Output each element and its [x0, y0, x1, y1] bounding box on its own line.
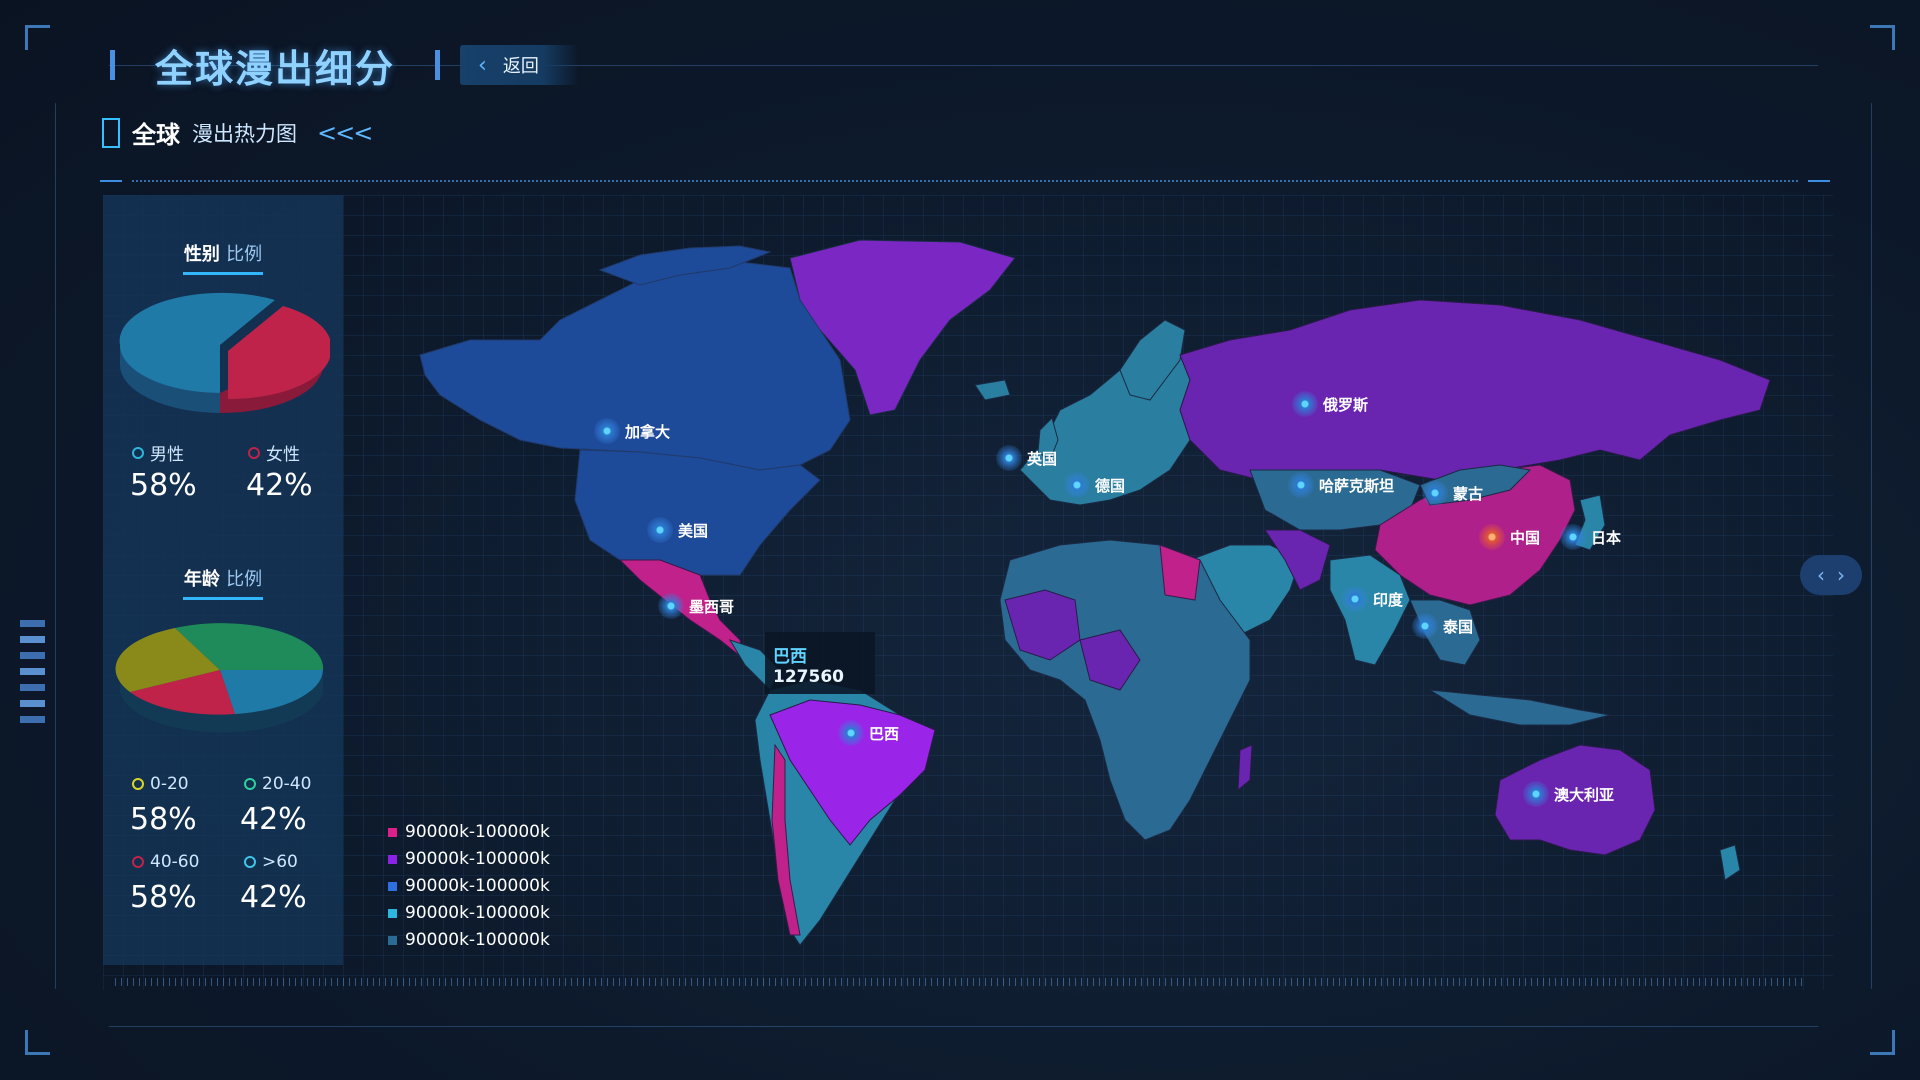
legend-age-20-40: 20-40 [244, 774, 311, 794]
location-pin-icon [594, 418, 620, 444]
map-legend-item: 90000k-100000k [388, 822, 550, 842]
map-legend: 90000k-100000k 90000k-100000k 90000k-100… [388, 822, 550, 950]
map-pin-india[interactable]: 印度 [1342, 586, 1403, 612]
location-pin-icon [658, 593, 684, 619]
tooltip-value: 127560 [773, 667, 844, 687]
map-pin-canada[interactable]: 加拿大 [594, 418, 670, 444]
female-percentage: 42% [246, 468, 313, 503]
map-pin-mexico[interactable]: 墨西哥 [658, 593, 734, 619]
map-tooltip: 巴西 127560 [765, 632, 875, 694]
gender-pie-chart [119, 292, 330, 414]
age-20-40-percentage: 42% [240, 802, 307, 837]
map-pin-japan[interactable]: 日本 [1560, 524, 1621, 550]
map-pin-russia[interactable]: 俄罗斯 [1292, 391, 1368, 417]
tooltip-country: 巴西 [773, 647, 807, 667]
age-pie-chart [115, 623, 324, 733]
location-pin-icon [1479, 524, 1505, 550]
map-pin-uk[interactable]: 英国 [996, 445, 1057, 471]
bottom-ruler [115, 978, 1805, 986]
region-indonesia [1429, 689, 1611, 726]
age-over-60-percentage: 42% [240, 880, 307, 915]
map-pin-china[interactable]: 中国 [1479, 524, 1540, 550]
map-pin-germany[interactable]: 德国 [1064, 472, 1125, 498]
legend-age-40-60: 40-60 [132, 852, 199, 872]
region-madagascar [1237, 744, 1253, 792]
region-new-zealand [1719, 844, 1741, 881]
legend-age-0-20: 0-20 [132, 774, 189, 794]
legend-female: 女性 [248, 440, 300, 465]
map-legend-item: 90000k-100000k [388, 930, 550, 950]
location-pin-icon [1560, 524, 1586, 550]
map-pin-usa[interactable]: 美国 [647, 517, 708, 543]
region-africa [999, 539, 1251, 841]
location-pin-icon [1064, 472, 1090, 498]
map-legend-item: 90000k-100000k [388, 903, 550, 923]
location-pin-icon [838, 720, 864, 746]
male-percentage: 58% [130, 468, 197, 503]
region-russia [1179, 299, 1771, 481]
map-nav-control: ‹ › [1800, 555, 1862, 595]
legend-male: 男性 [132, 440, 184, 465]
map-pin-thailand[interactable]: 泰国 [1412, 613, 1473, 639]
map-pin-australia[interactable]: 澳大利亚 [1523, 781, 1614, 807]
side-indicator [20, 620, 45, 723]
location-pin-icon [1412, 613, 1438, 639]
location-pin-icon [1523, 781, 1549, 807]
map-pin-brazil[interactable]: 巴西 [838, 720, 899, 746]
map-pin-mongolia[interactable]: 蒙古 [1422, 480, 1483, 506]
age-0-20-percentage: 58% [130, 802, 197, 837]
age-panel-title: 年龄 比例 [103, 565, 343, 600]
region-iceland [974, 379, 1011, 401]
region-north-africa [1159, 544, 1201, 601]
location-pin-icon [1292, 391, 1318, 417]
legend-age-over-60: >60 [244, 852, 298, 872]
region-usa [574, 449, 821, 576]
map-legend-item: 90000k-100000k [388, 849, 550, 869]
chevron-right-icon[interactable]: › [1837, 563, 1845, 587]
location-pin-icon [996, 445, 1022, 471]
location-pin-icon [1422, 480, 1448, 506]
location-pin-icon [1288, 472, 1314, 498]
location-pin-icon [1342, 586, 1368, 612]
chevron-left-icon[interactable]: ‹ [1817, 563, 1825, 587]
age-40-60-percentage: 58% [130, 880, 197, 915]
map-legend-item: 90000k-100000k [388, 876, 550, 896]
map-pin-kazakhstan[interactable]: 哈萨克斯坦 [1288, 472, 1394, 498]
location-pin-icon [647, 517, 673, 543]
